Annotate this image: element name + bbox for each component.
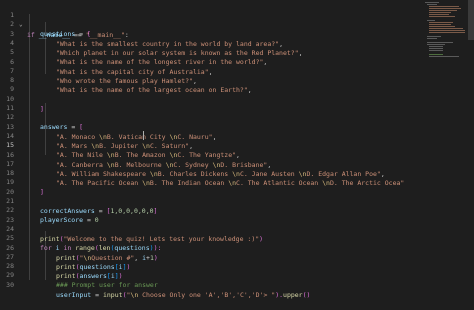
minimap-line — [427, 42, 453, 43]
minimap-line — [429, 46, 443, 47]
text-cursor — [143, 130, 144, 140]
vertical-scrollbar[interactable] — [468, 0, 474, 280]
code-token: input — [102, 290, 123, 299]
minimap-line — [429, 50, 443, 51]
minimap-line — [429, 28, 463, 29]
minimap[interactable] — [423, 0, 467, 60]
minimap-line — [429, 32, 465, 33]
minimap-line — [429, 22, 453, 23]
minimap-line — [429, 56, 459, 57]
minimap-line — [429, 10, 457, 11]
minimap-line — [429, 16, 455, 17]
minimap-line — [429, 14, 449, 15]
code-comment: ### Prompt user for answer — [56, 281, 158, 290]
minimap-line — [429, 8, 461, 9]
minimap-line — [427, 36, 441, 37]
minimap-line — [429, 24, 451, 25]
minimap-line — [427, 4, 437, 5]
minimap-line — [429, 12, 451, 13]
code-token: upper — [283, 290, 303, 299]
code-editor[interactable]: 1 ⌄ if __name__ == "__main__": 2 questio… — [0, 0, 474, 299]
minimap-line — [427, 38, 437, 39]
minimap-line — [425, 2, 439, 3]
code-token: userInput — [56, 290, 92, 299]
minimap-line — [429, 30, 465, 31]
minimap-line — [427, 20, 435, 21]
code-line: 30 userInput = input("\n Choose Only one… — [0, 270, 420, 299]
minimap-line — [429, 54, 443, 55]
code-token: ). — [275, 290, 284, 299]
minimap-line — [427, 44, 445, 45]
code-token: = — [91, 290, 103, 299]
minimap-line — [429, 26, 455, 27]
scrollbar-thumb[interactable] — [468, 0, 474, 40]
minimap-line — [429, 6, 459, 7]
minimap-line — [429, 48, 443, 49]
code-token: Choose Only one 'A','B','C','D'> " — [138, 290, 276, 299]
line-number: 30 — [6, 280, 14, 289]
code-token: \n — [130, 290, 139, 299]
code-token: () — [302, 290, 311, 299]
